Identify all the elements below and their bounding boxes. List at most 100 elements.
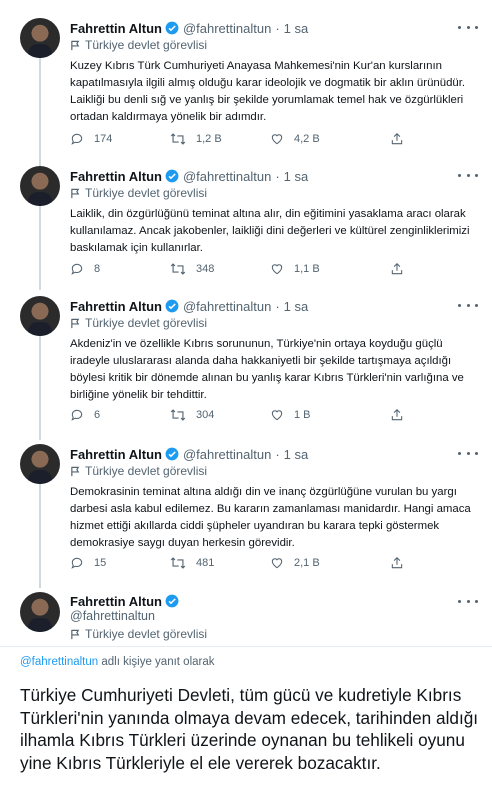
tweet-actions: 8 348 1,1 B [70,260,480,278]
share-button[interactable] [390,132,490,146]
reply-button[interactable]: 8 [70,262,170,276]
retweet-button[interactable]: 348 [170,262,270,276]
author-handle[interactable]: @fahrettinaltun [183,447,271,462]
government-label: Türkiye devlet görevlisi [70,37,207,53]
tweet-timestamp[interactable]: 1 sa [284,169,309,184]
like-count: 1,1 B [294,263,320,275]
tweet-timestamp[interactable]: 1 sa [284,447,309,462]
share-icon [391,133,403,145]
retweet-count: 348 [196,263,215,275]
tweet-text: Kuzey Kıbrıs Türk Cumhuriyeti Anayasa Ma… [70,60,466,123]
retweet-button[interactable]: 481 [170,556,270,570]
reply-button[interactable]: 174 [70,132,170,146]
tweet-header: Fahrettin Altun @fahrettinaltun · 1 sa [70,18,308,38]
flag-icon [71,466,80,476]
author-name[interactable]: Fahrettin Altun [70,447,162,462]
flag-icon [71,40,80,50]
main-tweet-text: Türkiye Cumhuriyeti Devleti, tüm gücü ve… [20,685,479,773]
avatar[interactable] [20,166,60,206]
tweet-text: Akdeniz'in ve özellikle Kıbrıs sorununun… [70,338,464,401]
avatar[interactable] [20,296,60,336]
flag-icon [71,188,80,198]
reply-button[interactable]: 6 [70,408,170,422]
government-label: Türkiye devlet görevlisi [70,626,207,642]
reply-button[interactable]: 15 [70,556,170,570]
tweet-timestamp[interactable]: 1 sa [284,21,309,36]
tweet-text: Laiklik, din özgürlüğünü teminat altına … [70,208,470,254]
like-count: 4,2 B [294,133,320,145]
reply-count: 174 [94,133,113,145]
reply-icon [71,263,83,275]
author-name[interactable]: Fahrettin Altun [70,299,162,314]
thread-tweet[interactable]: Fahrettin Altun @fahrettinaltun · 1 sa T… [0,18,492,158]
government-label: Türkiye devlet görevlisi [70,315,207,331]
retweet-button[interactable]: 1,2 B [170,132,270,146]
like-button[interactable]: 2,1 B [270,556,370,570]
heart-icon [271,134,283,145]
label-text: Türkiye devlet görevlisi [85,627,208,641]
more-options-icon[interactable] [458,594,478,608]
separator-dot: · [275,168,280,184]
verified-badge-icon [165,299,179,313]
share-icon [391,557,403,569]
tweet-text: Demokrasinin teminat altına aldığı din v… [70,486,471,549]
government-label: Türkiye devlet görevlisi [70,185,207,201]
author-handle[interactable]: @fahrettinaltun [183,299,271,314]
retweet-count: 304 [196,409,215,421]
avatar[interactable] [20,444,60,484]
author-name[interactable]: Fahrettin Altun [70,169,162,184]
flag-icon [71,629,80,639]
share-icon [391,409,403,421]
retweet-button[interactable]: 304 [170,408,270,422]
more-options-icon[interactable] [458,168,478,182]
retweet-icon [170,133,186,145]
author-handle[interactable]: @fahrettinaltun [183,21,271,36]
like-count: 2,1 B [294,557,320,569]
heart-icon [271,410,283,421]
label-text: Türkiye devlet görevlisi [85,38,208,52]
verified-badge-icon [165,447,179,461]
tweet-actions: 15 481 2,1 B [70,554,480,572]
like-button[interactable]: 1,1 B [270,262,370,276]
reply-icon [71,133,83,145]
share-button[interactable] [390,262,490,276]
retweet-icon [170,557,186,569]
verified-badge-icon [165,21,179,35]
reply-to-text: adlı kişiye yanıt olarak [98,656,215,668]
label-text: Türkiye devlet görevlisi [85,186,208,200]
government-label: Türkiye devlet görevlisi [70,463,207,479]
label-text: Türkiye devlet görevlisi [85,464,208,478]
author-handle[interactable]: @fahrettinaltun [70,609,155,623]
share-button[interactable] [390,408,490,422]
retweet-icon [170,263,186,275]
thread-tweet[interactable]: Fahrettin Altun @fahrettinaltun · 1 sa T… [0,444,492,586]
author-name[interactable]: Fahrettin Altun [70,594,162,609]
more-options-icon[interactable] [458,298,478,312]
heart-icon [271,264,283,275]
like-button[interactable]: 4,2 B [270,132,370,146]
thread-tweet[interactable]: Fahrettin Altun @fahrettinaltun · 1 sa T… [0,166,492,292]
avatar[interactable] [20,592,60,632]
thread-tweet[interactable]: Fahrettin Altun @fahrettinaltun · 1 sa T… [0,296,492,438]
label-text: Türkiye devlet görevlisi [85,316,208,330]
reply-to-handle-link[interactable]: @fahrettinaltun [20,656,98,668]
like-button[interactable]: 1 B [270,408,370,422]
verified-badge-icon [165,169,179,183]
more-options-icon[interactable] [458,20,478,34]
avatar[interactable] [20,18,60,58]
author-name[interactable]: Fahrettin Altun [70,21,162,36]
more-options-icon[interactable] [458,446,478,460]
tweet-actions: 174 1,2 B 4,2 B [70,130,480,148]
flag-icon [71,318,80,328]
share-icon [391,263,403,275]
tweet-header: Fahrettin Altun @fahrettinaltun · 1 sa [70,296,308,316]
retweet-icon [170,409,186,421]
share-button[interactable] [390,556,490,570]
replying-to: @fahrettinaltun adlı kişiye yanıt olarak [20,656,215,668]
author-handle[interactable]: @fahrettinaltun [183,169,271,184]
retweet-count: 481 [196,557,215,569]
like-count: 1 B [294,409,311,421]
separator-dot: · [275,298,280,314]
tweet-timestamp[interactable]: 1 sa [284,299,309,314]
reply-count: 15 [94,557,107,569]
